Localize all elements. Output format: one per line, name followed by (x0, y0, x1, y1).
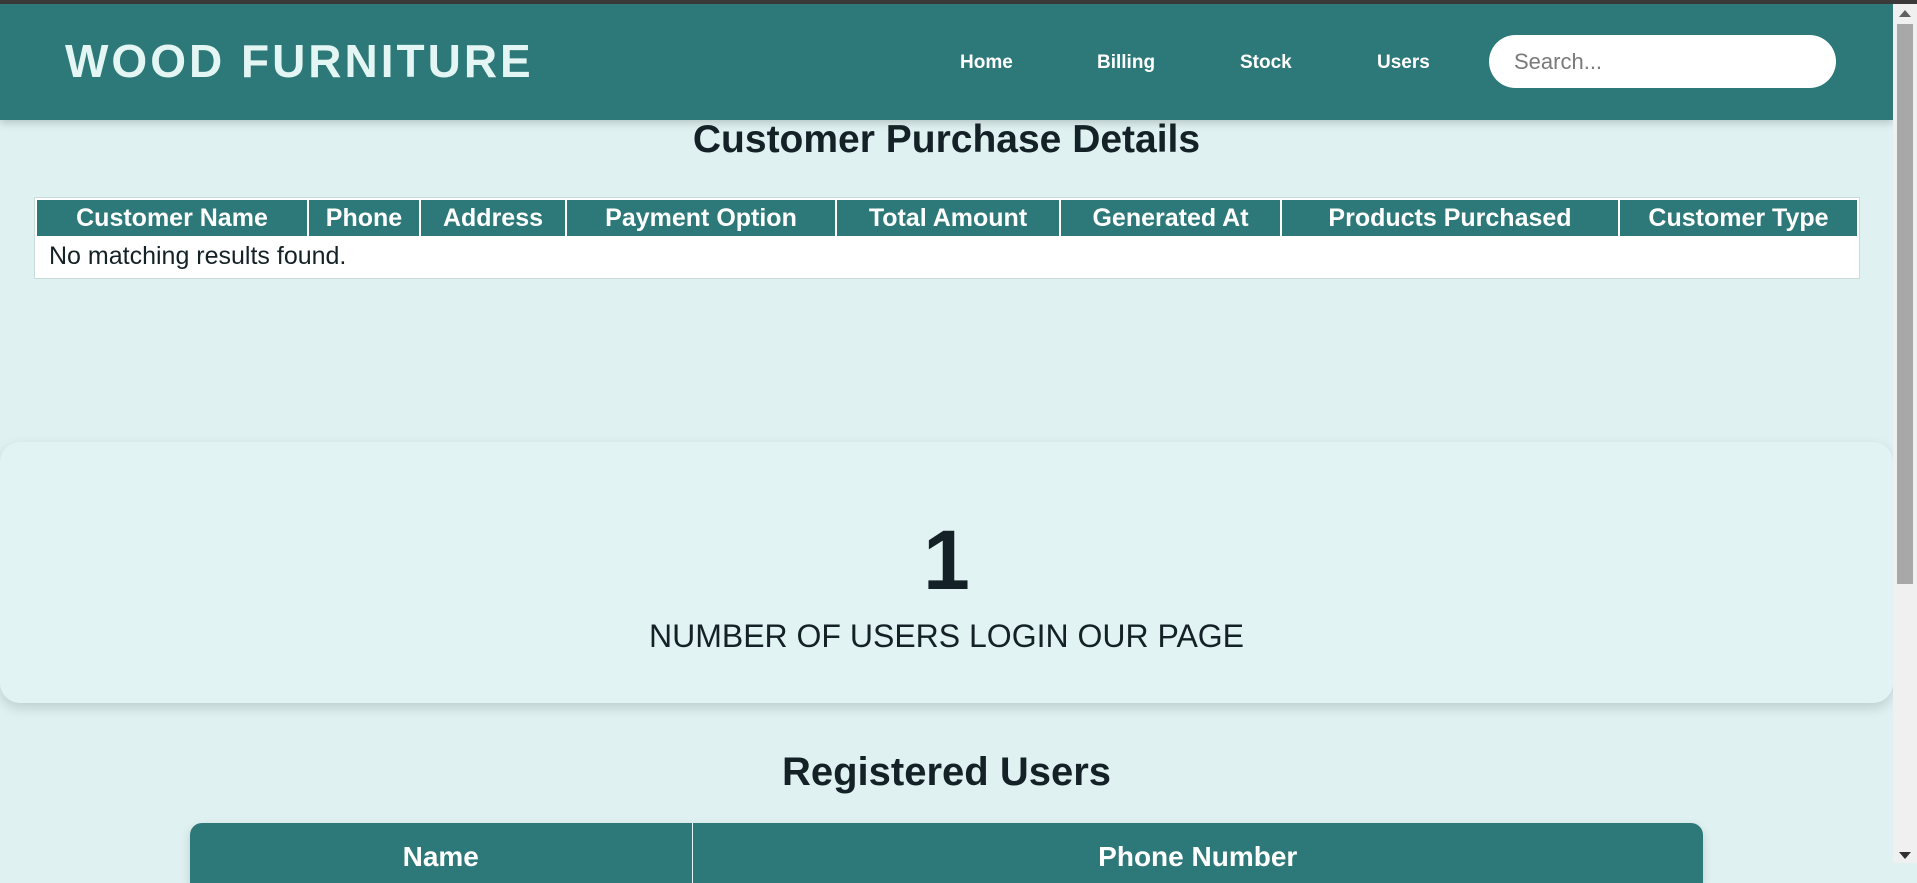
nav-home-link[interactable]: Home (960, 52, 1013, 74)
registered-users-table: Name Phone Number (190, 823, 1703, 883)
scrollbar-thumb[interactable] (1897, 24, 1913, 584)
nav-stock-link[interactable]: Stock (1240, 52, 1292, 74)
page-scrollbar[interactable] (1893, 4, 1917, 863)
col-phone[interactable]: Phone (307, 198, 421, 238)
user-login-label: NUMBER OF USERS LOGIN OUR PAGE (648, 618, 1245, 654)
col-customer-name[interactable]: Customer Name (35, 198, 309, 238)
search-input[interactable] (1489, 35, 1836, 88)
user-login-stat-card: 1 NUMBER OF USERS LOGIN OUR PAGE (0, 442, 1893, 703)
nav-billing-link[interactable]: Billing (1097, 52, 1155, 74)
users-table-header-row: Name Phone Number (190, 823, 1703, 883)
navbar: WOOD FURNITURE Home Billing Stock Users (0, 4, 1893, 120)
col-products-purchased[interactable]: Products Purchased (1280, 198, 1620, 238)
purchase-table-header-row: Customer Name Phone Address Payment Opti… (35, 198, 1859, 238)
nav-users-link[interactable]: Users (1377, 52, 1430, 74)
col-phone-number[interactable]: Phone Number (691, 823, 1703, 883)
col-address[interactable]: Address (419, 198, 567, 238)
col-payment-option[interactable]: Payment Option (565, 198, 837, 238)
user-login-count: 1 (923, 513, 970, 607)
registered-users-title: Registered Users (781, 750, 1112, 794)
col-total-amount[interactable]: Total Amount (835, 198, 1061, 238)
empty-results-message: No matching results found. (49, 242, 347, 270)
scroll-up-arrow-icon[interactable] (1899, 10, 1911, 17)
purchase-details-table: Customer Name Phone Address Payment Opti… (35, 198, 1859, 278)
scroll-down-arrow-icon[interactable] (1899, 852, 1911, 859)
col-customer-type[interactable]: Customer Type (1618, 198, 1859, 238)
brand-logo-text: WOOD FURNITURE (65, 35, 534, 87)
table-row: No matching results found. (36, 237, 1858, 278)
col-generated-at[interactable]: Generated At (1059, 198, 1282, 238)
col-name[interactable]: Name (190, 823, 692, 883)
purchase-details-title: Customer Purchase Details (692, 118, 1201, 161)
